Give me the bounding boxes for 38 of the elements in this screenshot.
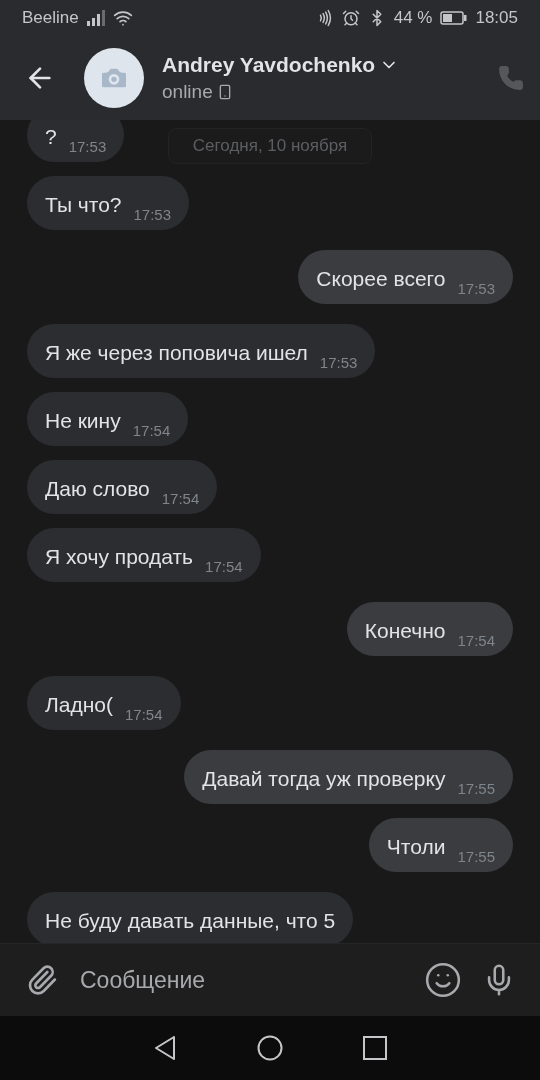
message-text: Я хочу продать [45,544,194,570]
message-text: Скорее всего [316,266,446,292]
emoji-button[interactable] [424,961,462,999]
attach-button[interactable] [26,964,58,996]
battery-percent: 44 % [393,8,433,28]
message-time: 17:53 [68,138,107,156]
message-text: Даю слово [45,476,150,502]
message-time: 17:55 [457,848,495,866]
wifi-icon [112,8,133,28]
contact-status: online [162,81,213,103]
message-text: Давай тогда уж проверку [202,766,446,792]
message-time: 17:53 [457,280,495,298]
message-text: Не буду давать данные, что 5 [45,908,336,934]
signal-icon [86,10,105,26]
message-text: Я же через поповича ишел [45,340,308,366]
message-text: ? [45,124,57,150]
message-time: 17:54 [205,558,243,576]
carrier-name: Beeline [22,8,79,28]
home-nav-icon[interactable] [257,1035,283,1061]
message-time: 17:54 [132,422,171,440]
back-nav-icon[interactable] [153,1035,177,1061]
contact-name[interactable]: Andrey Yavdochenko [162,53,376,77]
message-time: 17:54 [457,632,495,650]
message-time: 17:54 [161,490,200,508]
message-time: 17:55 [457,780,495,798]
clock-time: 18:05 [475,8,518,28]
alarm-icon [341,9,360,27]
message-time: 17:53 [319,354,358,372]
message-text: Ладно( [45,692,113,718]
battery-icon [440,11,468,25]
avatar[interactable] [84,48,144,108]
message-text: Конечно [364,618,446,644]
message-text: Чтоли [386,834,446,860]
message-text: Не кину [45,408,121,434]
recents-nav-icon[interactable] [363,1036,387,1060]
message-time: 17:53 [133,206,172,224]
message-text: Ты что? [45,192,122,218]
message-time: 17:54 [125,706,163,724]
